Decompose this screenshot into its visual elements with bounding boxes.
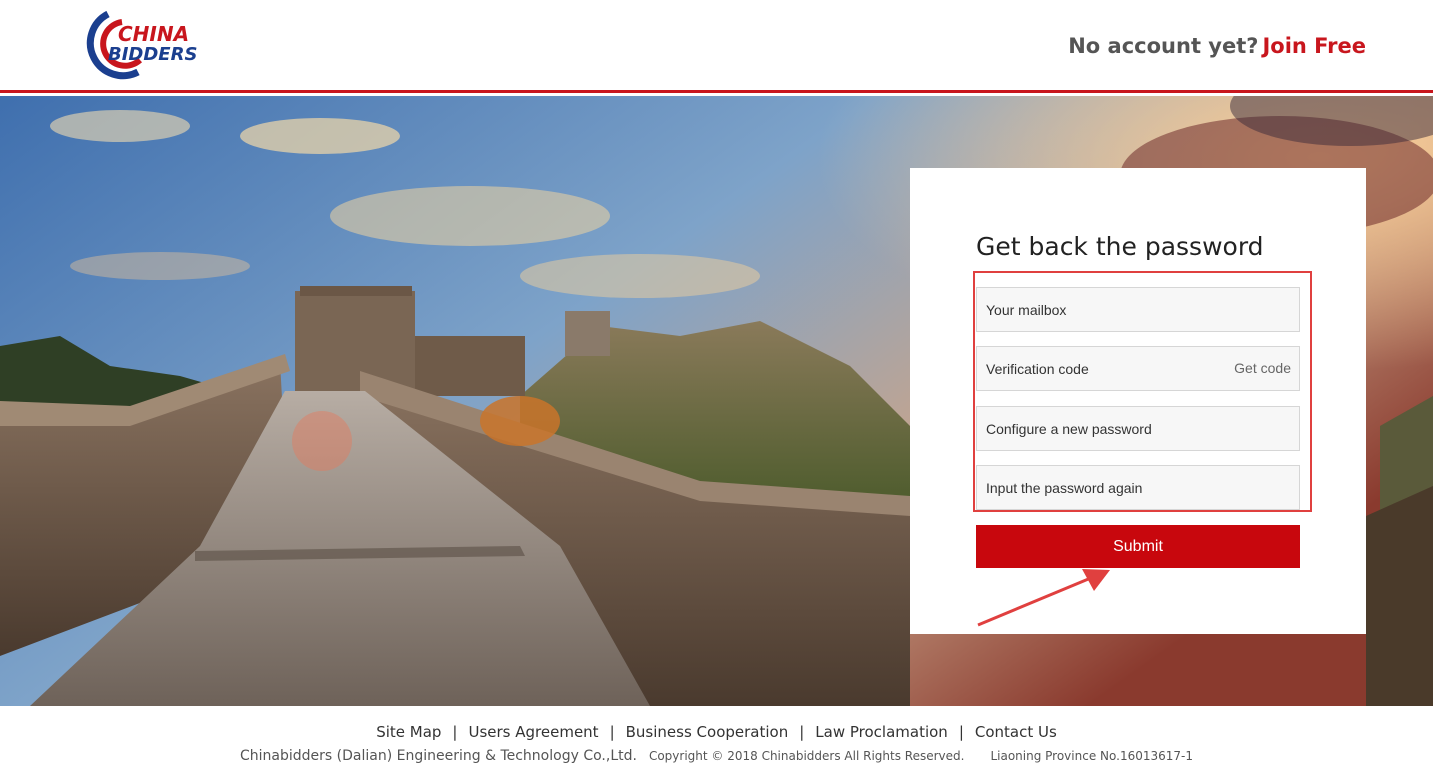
logo-text-china: CHINA bbox=[118, 22, 189, 46]
no-account-text: No account yet? bbox=[1068, 34, 1259, 58]
annotation-arrow-icon bbox=[977, 569, 1110, 627]
mailbox-field[interactable] bbox=[976, 287, 1300, 332]
footer-link-users-agreement[interactable]: Users Agreement bbox=[468, 723, 598, 741]
site-header: CHINA BIDDERS No account yet? Join Free bbox=[0, 0, 1433, 93]
footer-links: Site Map | Users Agreement | Business Cooper… bbox=[0, 723, 1433, 741]
footer-link-law-proclamation[interactable]: Law Proclamation bbox=[815, 723, 948, 741]
footer-info: Chinabidders (Dalian) Engineering & Tech… bbox=[0, 748, 1433, 764]
footer-separator: | bbox=[452, 723, 458, 741]
submit-button[interactable]: Submit bbox=[976, 525, 1300, 568]
footer-separator: | bbox=[799, 723, 805, 741]
footer-link-business-cooperation[interactable]: Business Cooperation bbox=[626, 723, 789, 741]
new-password-input[interactable] bbox=[977, 407, 1299, 450]
footer-separator: | bbox=[958, 723, 964, 741]
new-password-field[interactable] bbox=[976, 406, 1300, 451]
logo-text-bidders: BIDDERS bbox=[108, 44, 197, 65]
confirm-password-field[interactable] bbox=[976, 465, 1300, 510]
mailbox-input[interactable] bbox=[977, 288, 1299, 331]
verification-code-field[interactable]: Get code bbox=[976, 346, 1300, 391]
confirm-password-input[interactable] bbox=[977, 466, 1299, 509]
site-footer: Site Map | Users Agreement | Business Cooper… bbox=[0, 706, 1433, 784]
footer-link-site-map[interactable]: Site Map bbox=[376, 723, 441, 741]
footer-separator: | bbox=[609, 723, 615, 741]
form-title: Get back the password bbox=[976, 232, 1264, 261]
footer-company-name: Chinabidders (Dalian) Engineering & Tech… bbox=[240, 748, 637, 764]
chinabidders-logo[interactable]: CHINA BIDDERS bbox=[68, 10, 203, 80]
footer-link-contact-us[interactable]: Contact Us bbox=[975, 723, 1057, 741]
footer-copyright: Copyright © 2018 Chinabidders All Rights… bbox=[648, 749, 965, 763]
get-code-button[interactable]: Get code bbox=[1234, 360, 1291, 376]
header-signup-prompt: No account yet? Join Free bbox=[1068, 34, 1366, 58]
join-free-link[interactable]: Join Free bbox=[1262, 34, 1366, 58]
footer-icp-number: Liaoning Province No.16013617-1 bbox=[990, 749, 1193, 763]
